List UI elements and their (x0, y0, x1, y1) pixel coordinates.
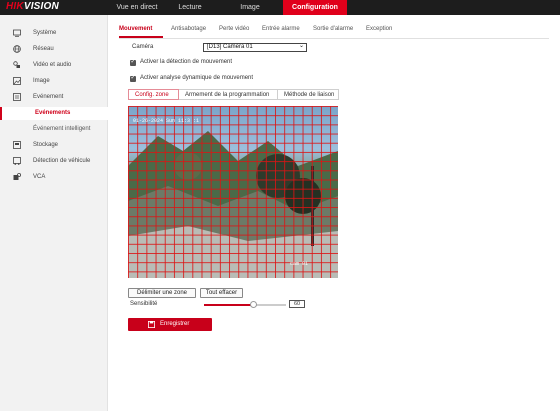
nav-playback[interactable]: Lecture (170, 0, 210, 15)
sidebar-item-label: Image (33, 78, 50, 84)
sidebar-item-label: Système (33, 30, 57, 36)
sidebar-item-video-audio[interactable]: Vidéo et audio (0, 59, 108, 72)
nav-configuration[interactable]: Configuration (283, 0, 347, 15)
sidebar-item-event[interactable]: Evénement (0, 91, 108, 104)
sidebar-item-label: VCA (33, 174, 46, 180)
video-audio-icon (13, 61, 20, 68)
sidebar-item-vehicle-detection[interactable]: Détection de véhicule (0, 155, 108, 168)
tab-video-loss[interactable]: Perte vidéo (219, 23, 249, 35)
sidebar-item-system[interactable]: Système (0, 27, 108, 40)
nav-live-view[interactable]: Vue en direct (112, 0, 162, 15)
camera-select[interactable]: [D13] Camera 01 ⌄ (203, 43, 307, 52)
sensitivity-value-input[interactable]: 60 (289, 300, 305, 308)
sidebar-item-storage[interactable]: Stockage (0, 139, 108, 152)
brand-logo: HIKVISION (6, 1, 59, 12)
storage-icon (13, 141, 21, 149)
sidebar-item-label: Evénement (33, 94, 64, 100)
sidebar-item-vca[interactable]: VCA (0, 171, 108, 184)
motion-detection-grid[interactable] (128, 106, 338, 278)
sidebar: Système Réseau Vidéo et audio Image Evén… (0, 15, 108, 411)
nav-picture[interactable]: Image (234, 0, 266, 15)
globe-icon (13, 45, 21, 53)
save-icon (148, 321, 155, 328)
step-arming-schedule[interactable]: Armement de la programmation (179, 89, 278, 100)
enable-motion-checkbox[interactable] (130, 58, 136, 66)
save-button[interactable]: Enregistrer (128, 318, 212, 331)
video-timestamp: 01-26-2024 Sun 11:3 :1 (133, 118, 200, 124)
tab-alarm-output[interactable]: Sortie d'alarme (313, 23, 353, 35)
tab-alarm-input[interactable]: Entrée alarme (262, 23, 300, 35)
chevron-down-icon: ⌄ (298, 43, 304, 49)
sidebar-item-label: Stockage (33, 142, 59, 148)
dynamic-analysis-checkbox[interactable] (130, 74, 136, 82)
video-preview[interactable]: 01-26-2024 Sun 11:3 :1 cam 01 (128, 106, 338, 278)
sidebar-item-network[interactable]: Réseau (0, 43, 108, 56)
dynamic-analysis-label: Activer analyse dynamique de mouvement (140, 75, 254, 81)
sidebar-subitem-label: Événement intelligent (33, 126, 91, 132)
video-camera-name: cam 01 (290, 261, 309, 267)
monitor-icon (13, 29, 21, 37)
save-button-label: Enregistrer (160, 321, 190, 327)
top-bar: HIKVISION Vue en direct Lecture Image Co… (0, 0, 560, 15)
sensitivity-label: Sensibilité (130, 301, 158, 307)
sidebar-item-label: Réseau (33, 46, 54, 52)
sensitivity-slider[interactable] (204, 301, 286, 308)
tab-motion[interactable]: Mouvement (119, 23, 152, 35)
sensitivity-slider-fill (204, 304, 254, 306)
step-area-settings[interactable]: Config. zone (128, 89, 179, 100)
event-icon (13, 93, 21, 101)
enable-motion-label: Activer la détection de mouvement (140, 59, 233, 65)
clear-all-button[interactable]: Tout effacer (200, 288, 243, 298)
step-linkage-method[interactable]: Méthode de liaison (278, 89, 339, 100)
sidebar-item-label: Vidéo et audio (33, 62, 72, 68)
sidebar-item-label: Détection de véhicule (33, 158, 91, 164)
camera-select-value: [D13] Camera 01 (207, 44, 253, 50)
tab-exception[interactable]: Exception (366, 23, 392, 35)
image-icon (13, 77, 21, 85)
tab-divider (119, 38, 549, 39)
vehicle-icon (13, 157, 21, 165)
camera-label: Caméra (132, 44, 154, 50)
sidebar-subitem-events[interactable]: Evénements (0, 107, 108, 120)
sidebar-item-image[interactable]: Image (0, 75, 108, 88)
vca-icon (13, 173, 21, 180)
draw-area-button[interactable]: Délimiter une zone (128, 288, 196, 298)
sidebar-subitem-smart-event[interactable]: Événement intelligent (0, 123, 108, 136)
sensitivity-slider-handle[interactable] (249, 301, 257, 308)
sidebar-subitem-label: Evénements (35, 110, 71, 116)
tab-tamper[interactable]: Antisabotage (171, 23, 206, 35)
